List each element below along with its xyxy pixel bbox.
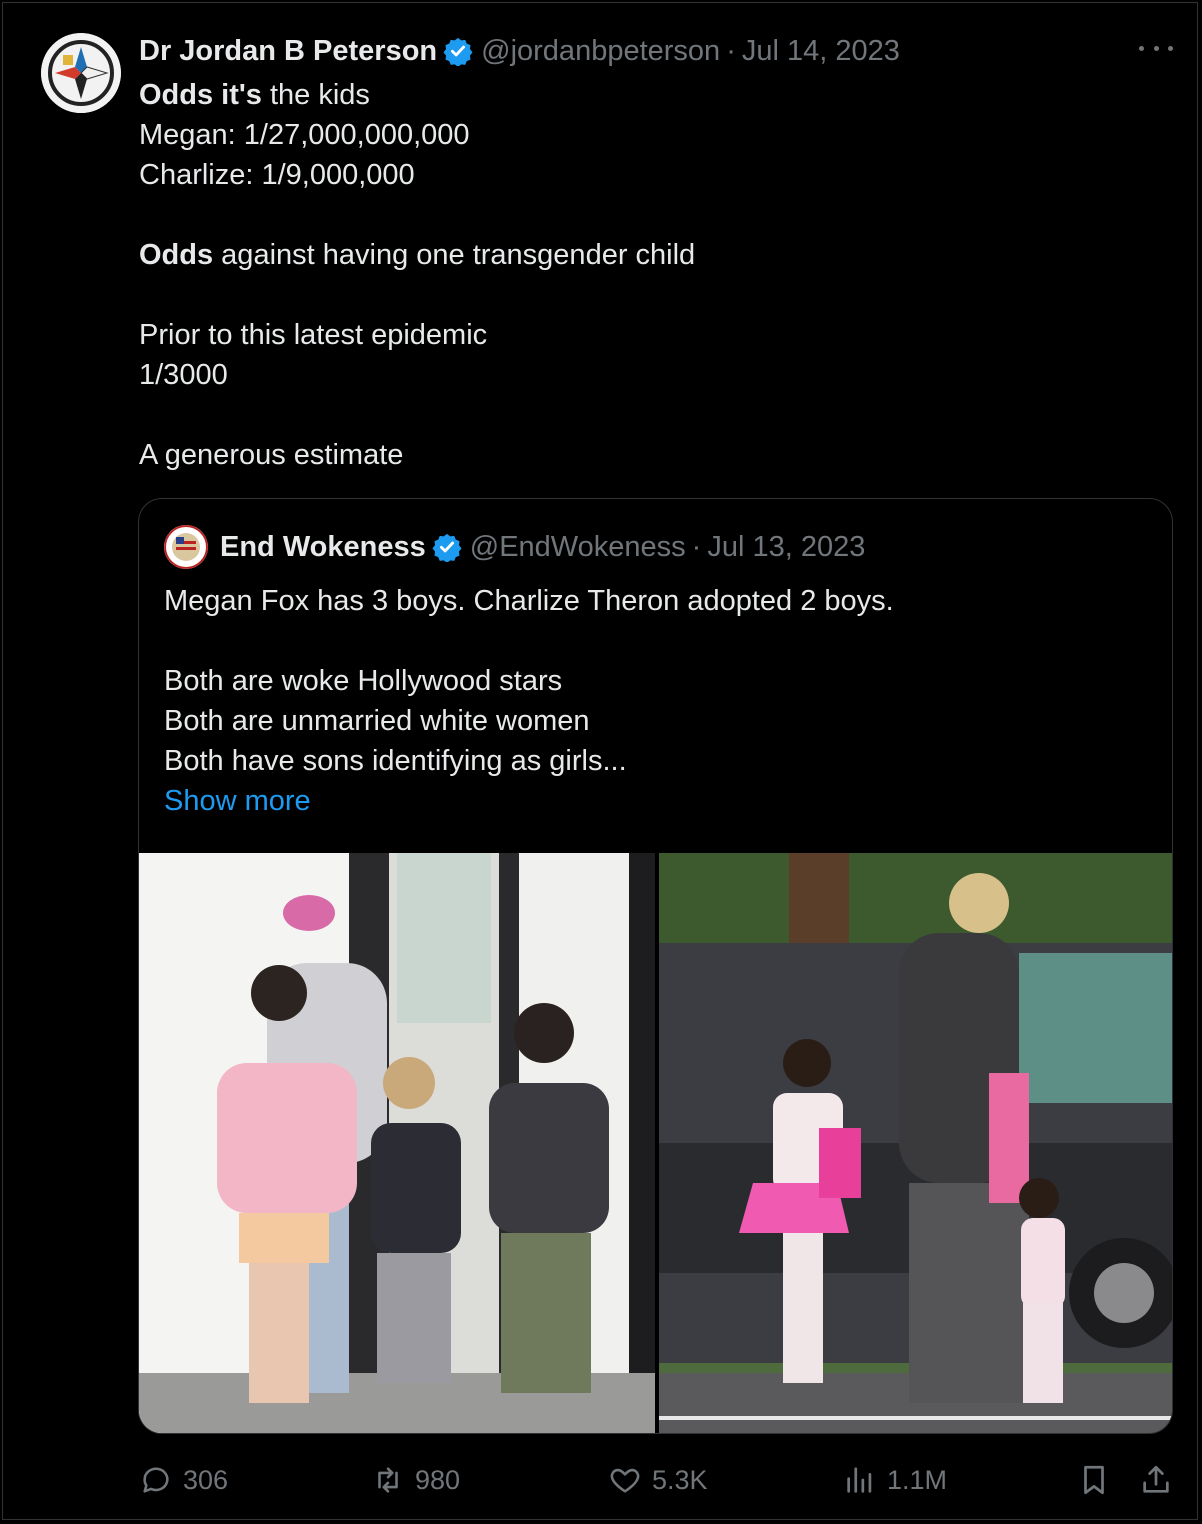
bookmark-button[interactable] — [1077, 1458, 1121, 1502]
views-button[interactable]: 1.1M — [843, 1458, 947, 1502]
repost-count: 980 — [415, 1464, 461, 1495]
quoted-line: Both are woke Hollywood stars — [164, 665, 563, 697]
reply-count: 306 — [183, 1464, 229, 1495]
quoted-author-name[interactable]: End Wokeness — [220, 531, 426, 564]
author-avatar[interactable] — [41, 33, 121, 113]
bookmark-icon — [1084, 1465, 1104, 1495]
author-name[interactable]: Dr Jordan B Peterson — [139, 35, 437, 68]
quoted-text: Megan Fox has 3 boys. Charlize Theron ad… — [164, 581, 1144, 821]
tweet-date[interactable]: Jul 14, 2023 — [742, 35, 900, 68]
quoted-line: Both have sons identifying as girls... — [164, 745, 627, 777]
header-separator: · — [726, 34, 736, 67]
quoted-line: Both are unmarried white women — [164, 705, 590, 737]
tweet-line: Charlize: 1/9,000,000 — [139, 159, 415, 191]
reply-icon — [143, 1467, 169, 1493]
tweet-text: Odds it's the kids Megan: 1/27,000,000,0… — [139, 75, 1119, 475]
quoted-tweet[interactable]: End Wokeness @EndWokeness · Jul 13, 2023… — [138, 498, 1173, 1434]
show-more-link[interactable]: Show more — [164, 781, 1144, 821]
share-icon — [1143, 1465, 1169, 1493]
tweet-line: Prior to this latest epidemic — [139, 319, 488, 351]
views-icon — [847, 1467, 872, 1493]
views-count: 1.1M — [887, 1464, 948, 1495]
author-handle[interactable]: @jordanbpeterson — [481, 35, 720, 68]
repost-button[interactable]: 980 — [371, 1458, 460, 1502]
tweet-line: Odds it's the kids — [139, 79, 370, 111]
reply-button[interactable]: 306 — [139, 1458, 228, 1502]
tweet-line: Megan: 1/27,000,000,000 — [139, 119, 470, 151]
tweet-card[interactable]: Dr Jordan B Peterson @jordanbpeterson · … — [2, 2, 1198, 1520]
tweet-line: Odds against having one transgender chil… — [139, 239, 696, 271]
action-bar: 306 980 5.3K 1.1M — [139, 1458, 1173, 1502]
like-button[interactable]: 5.3K — [608, 1458, 708, 1502]
more-icon[interactable] — [1139, 33, 1173, 63]
quoted-header: End Wokeness @EndWokeness · Jul 13, 2023 — [164, 525, 865, 569]
tweet-line: 1/3000 — [139, 359, 228, 391]
quoted-photo-right[interactable] — [659, 853, 1172, 1433]
verified-badge-icon — [443, 36, 473, 67]
repost-icon — [378, 1467, 398, 1493]
quoted-separator: · — [691, 530, 702, 563]
quoted-photo-left[interactable] — [139, 853, 655, 1433]
tweet-line: A generous estimate — [139, 439, 404, 471]
tweet-line — [139, 195, 1119, 235]
tweet-line — [139, 275, 1119, 315]
tweet-line — [139, 395, 1119, 435]
like-icon — [610, 1468, 640, 1493]
quoted-line — [164, 621, 1144, 661]
share-button[interactable] — [1139, 1458, 1183, 1502]
verified-badge-icon — [432, 532, 462, 563]
quoted-author-handle[interactable]: @EndWokeness — [470, 531, 686, 564]
quoted-author-avatar[interactable] — [164, 525, 208, 569]
tweet-header: Dr Jordan B Peterson @jordanbpeterson · … — [139, 31, 900, 71]
quoted-date[interactable]: Jul 13, 2023 — [707, 531, 865, 564]
quoted-line: Megan Fox has 3 boys. Charlize Theron ad… — [164, 585, 894, 617]
like-count: 5.3K — [652, 1464, 708, 1495]
